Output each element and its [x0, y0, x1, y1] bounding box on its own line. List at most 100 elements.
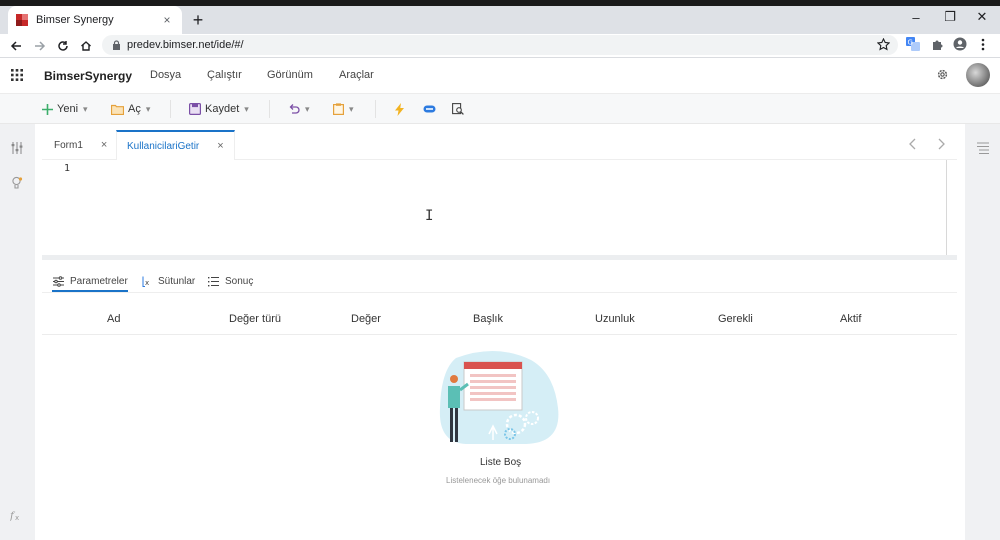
column-header-ad[interactable]: Ad	[107, 313, 120, 325]
reload-button[interactable]	[53, 36, 73, 56]
app-launcher-button[interactable]	[11, 69, 23, 81]
translate-button[interactable]: G	[906, 37, 920, 51]
header-divider	[42, 334, 957, 335]
chevron-down-icon[interactable]: ▾	[83, 104, 88, 115]
url-text: predev.bimser.net/ide/#/	[127, 39, 244, 51]
lightning-icon	[395, 102, 404, 116]
column-header-gerekli[interactable]: Gerekli	[718, 313, 753, 325]
chevron-right-icon	[938, 138, 945, 150]
chevron-down-icon[interactable]: ▾	[349, 104, 354, 115]
capsule-icon	[423, 105, 436, 113]
chevron-down-icon[interactable]: ▾	[146, 104, 151, 115]
bulb-button[interactable]	[10, 176, 24, 190]
menu-calistir[interactable]: Çalıştır	[207, 69, 242, 81]
close-icon[interactable]: ×	[160, 13, 174, 27]
bookmark-star-button[interactable]	[877, 38, 890, 51]
browser-menu-button[interactable]	[981, 38, 985, 51]
translate-icon: G	[906, 37, 920, 51]
reload-icon	[58, 41, 68, 51]
column-header-deger[interactable]: Değer	[351, 313, 381, 325]
tab-label: Sütunlar	[158, 275, 196, 287]
new-tab-button[interactable]: +	[188, 10, 208, 30]
puzzle-icon	[933, 40, 943, 50]
toolbar-divider	[269, 100, 270, 118]
outline-button[interactable]	[976, 141, 990, 155]
plus-icon	[42, 103, 53, 115]
avatar[interactable]	[966, 63, 990, 87]
list-icon	[208, 276, 219, 286]
menu-gorunum[interactable]: Görünüm	[267, 69, 313, 81]
window-close-button[interactable]: ✕	[972, 8, 992, 26]
line-number: 1	[64, 163, 71, 174]
tab-form1[interactable]: Form1 ×	[44, 130, 117, 160]
open-button[interactable]: Aç ▾	[111, 101, 150, 117]
profile-icon	[953, 37, 967, 51]
profile-button[interactable]	[953, 37, 967, 51]
chevron-left-icon	[909, 138, 916, 150]
svg-text:G: G	[908, 39, 913, 47]
preview-button[interactable]	[452, 101, 464, 117]
column-header-baslik[interactable]: Başlık	[473, 313, 503, 325]
tab-sonuc[interactable]: Sonuç	[208, 270, 253, 292]
list-icon	[977, 142, 989, 155]
extensions-button[interactable]	[931, 38, 944, 51]
run-button[interactable]	[395, 101, 404, 117]
empty-state-illustration	[436, 348, 562, 448]
menu-araclar[interactable]: Araçlar	[339, 69, 374, 81]
svg-text:x: x	[145, 279, 149, 287]
chevron-down-icon[interactable]: ▾	[244, 104, 249, 115]
tab-parametreler[interactable]: Parametreler	[53, 270, 128, 292]
browser-tab[interactable]: Bimser Synergy ×	[8, 6, 182, 34]
browser-tab-title: Bimser Synergy	[36, 14, 114, 26]
sliders-icon	[53, 275, 64, 287]
address-bar[interactable]: predev.bimser.net/ide/#/	[102, 35, 898, 55]
restore-button[interactable]: ❐	[940, 8, 960, 26]
grid-icon	[11, 69, 23, 81]
save-button[interactable]: Kaydet ▾	[189, 101, 249, 117]
tab-label: Form1	[54, 139, 83, 151]
editor-scrollbar[interactable]	[946, 160, 947, 255]
undo-icon	[289, 104, 300, 114]
tab-kullanicilarigetir[interactable]: KullanicilariGetir ×	[116, 130, 235, 160]
tab-label: Sonuç	[225, 275, 254, 287]
tab-scroll-right-button[interactable]	[938, 138, 946, 150]
clipboard-button[interactable]: ▾	[333, 101, 354, 117]
tab-label: Parametreler	[70, 275, 128, 287]
sliders-button[interactable]	[10, 141, 24, 155]
bimser-logo-icon	[16, 14, 28, 26]
close-icon[interactable]: ×	[101, 139, 107, 151]
new-button[interactable]: Yeni ▾	[42, 101, 88, 117]
toolbar-divider	[170, 100, 171, 118]
new-button-label: Yeni	[57, 103, 79, 115]
sliders-icon	[11, 142, 23, 154]
formula-button[interactable]: fx	[10, 508, 24, 522]
save-button-label: Kaydet	[205, 103, 240, 115]
column-header-deger-turu[interactable]: Değer türü	[229, 313, 281, 325]
tab-sutunlar[interactable]: x Sütunlar	[141, 270, 195, 292]
tab-label: KullanicilariGetir	[127, 140, 200, 152]
debug-button[interactable]	[423, 101, 436, 117]
home-button[interactable]	[76, 36, 96, 56]
kebab-icon	[981, 38, 985, 51]
columns-fx-icon: x	[142, 276, 149, 287]
forward-button[interactable]	[30, 36, 50, 56]
open-button-label: Aç	[128, 103, 141, 115]
back-button[interactable]	[6, 36, 26, 56]
arrow-left-icon	[10, 41, 21, 51]
empty-state-subtitle: Listelenecek öğe bulunamadı	[446, 476, 551, 485]
undo-button[interactable]: ▾	[288, 101, 310, 117]
column-header-aktif[interactable]: Aktif	[840, 313, 861, 325]
app-brand: BimserSynergy	[44, 69, 133, 83]
tab-divider	[42, 292, 957, 293]
star-icon	[877, 38, 890, 51]
close-icon[interactable]: ×	[217, 140, 223, 152]
column-header-uzunluk[interactable]: Uzunluk	[595, 313, 635, 325]
tab-scroll-left-button[interactable]	[908, 138, 916, 150]
settings-button[interactable]	[936, 68, 949, 81]
menu-dosya[interactable]: Dosya	[150, 69, 181, 81]
empty-state-title: Liste Boş	[480, 457, 522, 468]
chevron-down-icon[interactable]: ▾	[305, 104, 310, 115]
svg-text:x: x	[15, 514, 19, 522]
right-sidebar	[965, 124, 1000, 540]
minimize-button[interactable]: –	[906, 8, 926, 26]
